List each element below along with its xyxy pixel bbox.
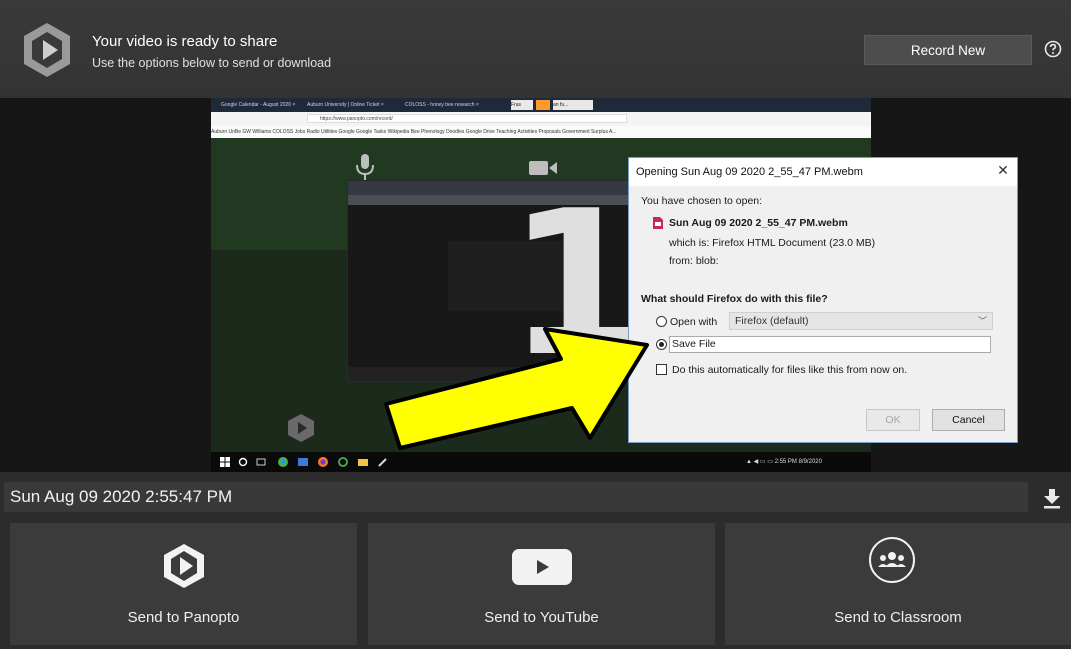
browser-tab: Fras — [511, 100, 533, 110]
search-icon — [238, 457, 248, 467]
classroom-people-icon — [869, 537, 915, 583]
system-tray: ▲ ◀ ▭ ▭ 2:55 PM 8/9/2020 — [746, 457, 822, 467]
browser-url-field: https://www.panopto.com/record/ — [307, 114, 627, 123]
open-with-radio[interactable] — [656, 316, 667, 327]
send-to-classroom-label: Send to Classroom — [834, 609, 962, 626]
firefox-icon — [318, 457, 328, 467]
panopto-logo-icon — [288, 414, 314, 442]
browser-tab: Google Calendar - August 2020 × — [221, 102, 296, 108]
browser-tab-highlight — [536, 100, 550, 110]
chevron-down-icon: ﹀ — [977, 316, 987, 326]
send-to-panopto-button[interactable]: Send to Panopto — [10, 523, 357, 645]
ok-button[interactable]: OK — [866, 409, 920, 431]
dialog-body: You have chosen to open: Sun Aug 09 2020… — [629, 186, 1017, 442]
dialog-file-type: which is: Firefox HTML Document (23.0 MB… — [669, 237, 876, 249]
refresh-app-icon — [338, 457, 348, 467]
header-subtitle: Use the options below to send or downloa… — [92, 56, 332, 70]
chrome-icon — [278, 457, 288, 467]
header-title: Your video is ready to share — [92, 33, 278, 50]
browser-tab: Auburn University | Online Ticket × — [307, 102, 384, 108]
browser-tab: an fu... — [553, 100, 593, 110]
record-new-button[interactable]: Record New — [864, 35, 1032, 65]
panopto-logo-icon — [24, 23, 70, 77]
dialog-filename: Sun Aug 09 2020 2_55_47 PM.webm — [669, 217, 848, 229]
folder-icon — [358, 459, 368, 466]
send-to-youtube-label: Send to YouTube — [484, 609, 599, 626]
send-to-youtube-button[interactable]: Send to YouTube — [368, 523, 715, 645]
open-with-app-value: Firefox (default) — [735, 315, 809, 327]
paint-icon — [378, 458, 387, 467]
send-to-classroom-button[interactable]: Send to Classroom — [725, 523, 1071, 645]
dialog-title: Opening Sun Aug 09 2020 2_55_47 PM.webm — [636, 166, 863, 178]
open-with-app-select[interactable]: Firefox (default) ﹀ — [729, 312, 993, 330]
tray-time: 2:55 PM — [774, 459, 797, 465]
auto-action-label[interactable]: Do this automatically for files like thi… — [672, 364, 907, 376]
save-file-label[interactable]: Save File — [672, 338, 716, 350]
dialog-question: What should Firefox do with this file? — [641, 293, 828, 305]
dialog-chosen-text: You have chosen to open: — [641, 195, 763, 207]
download-icon[interactable] — [1042, 487, 1062, 509]
file-icon — [653, 217, 663, 229]
browser-tab-strip: Google Calendar - August 2020 × Auburn U… — [211, 98, 871, 112]
firefox-open-file-dialog: Opening Sun Aug 09 2020 2_55_47 PM.webm … — [628, 157, 1018, 443]
windows-taskbar: ▲ ◀ ▭ ▭ 2:55 PM 8/9/2020 — [211, 452, 871, 472]
microphone-icon — [356, 154, 374, 180]
browser-tab: COLOSS - honey bee research × — [405, 102, 479, 108]
save-file-radio[interactable] — [656, 339, 667, 350]
countdown-number: 1 — [507, 168, 647, 401]
close-icon[interactable]: ✕ — [996, 163, 1010, 177]
tray-arrow-icon: ▲ ◀ ▭ ▭ — [746, 459, 775, 465]
video-name-field[interactable]: Sun Aug 09 2020 2:55:47 PM — [4, 482, 1028, 512]
task-view-icon — [256, 458, 266, 466]
save-file-focus-box — [669, 336, 991, 353]
tray-date: 8/9/2020 — [798, 459, 822, 465]
send-to-panopto-label: Send to Panopto — [127, 609, 240, 626]
dialog-file-source: from: blob: — [669, 255, 719, 267]
youtube-play-icon — [512, 549, 572, 585]
auto-action-checkbox[interactable] — [656, 364, 667, 375]
panopto-logo-icon — [164, 544, 204, 588]
windows-start-icon — [220, 457, 230, 467]
cancel-button[interactable]: Cancel — [932, 409, 1005, 431]
app-icon — [298, 458, 308, 466]
help-circle-icon[interactable] — [1044, 40, 1062, 58]
header-bar: Your video is ready to share Use the opt… — [0, 0, 1071, 98]
open-with-label[interactable]: Open with — [670, 316, 717, 328]
